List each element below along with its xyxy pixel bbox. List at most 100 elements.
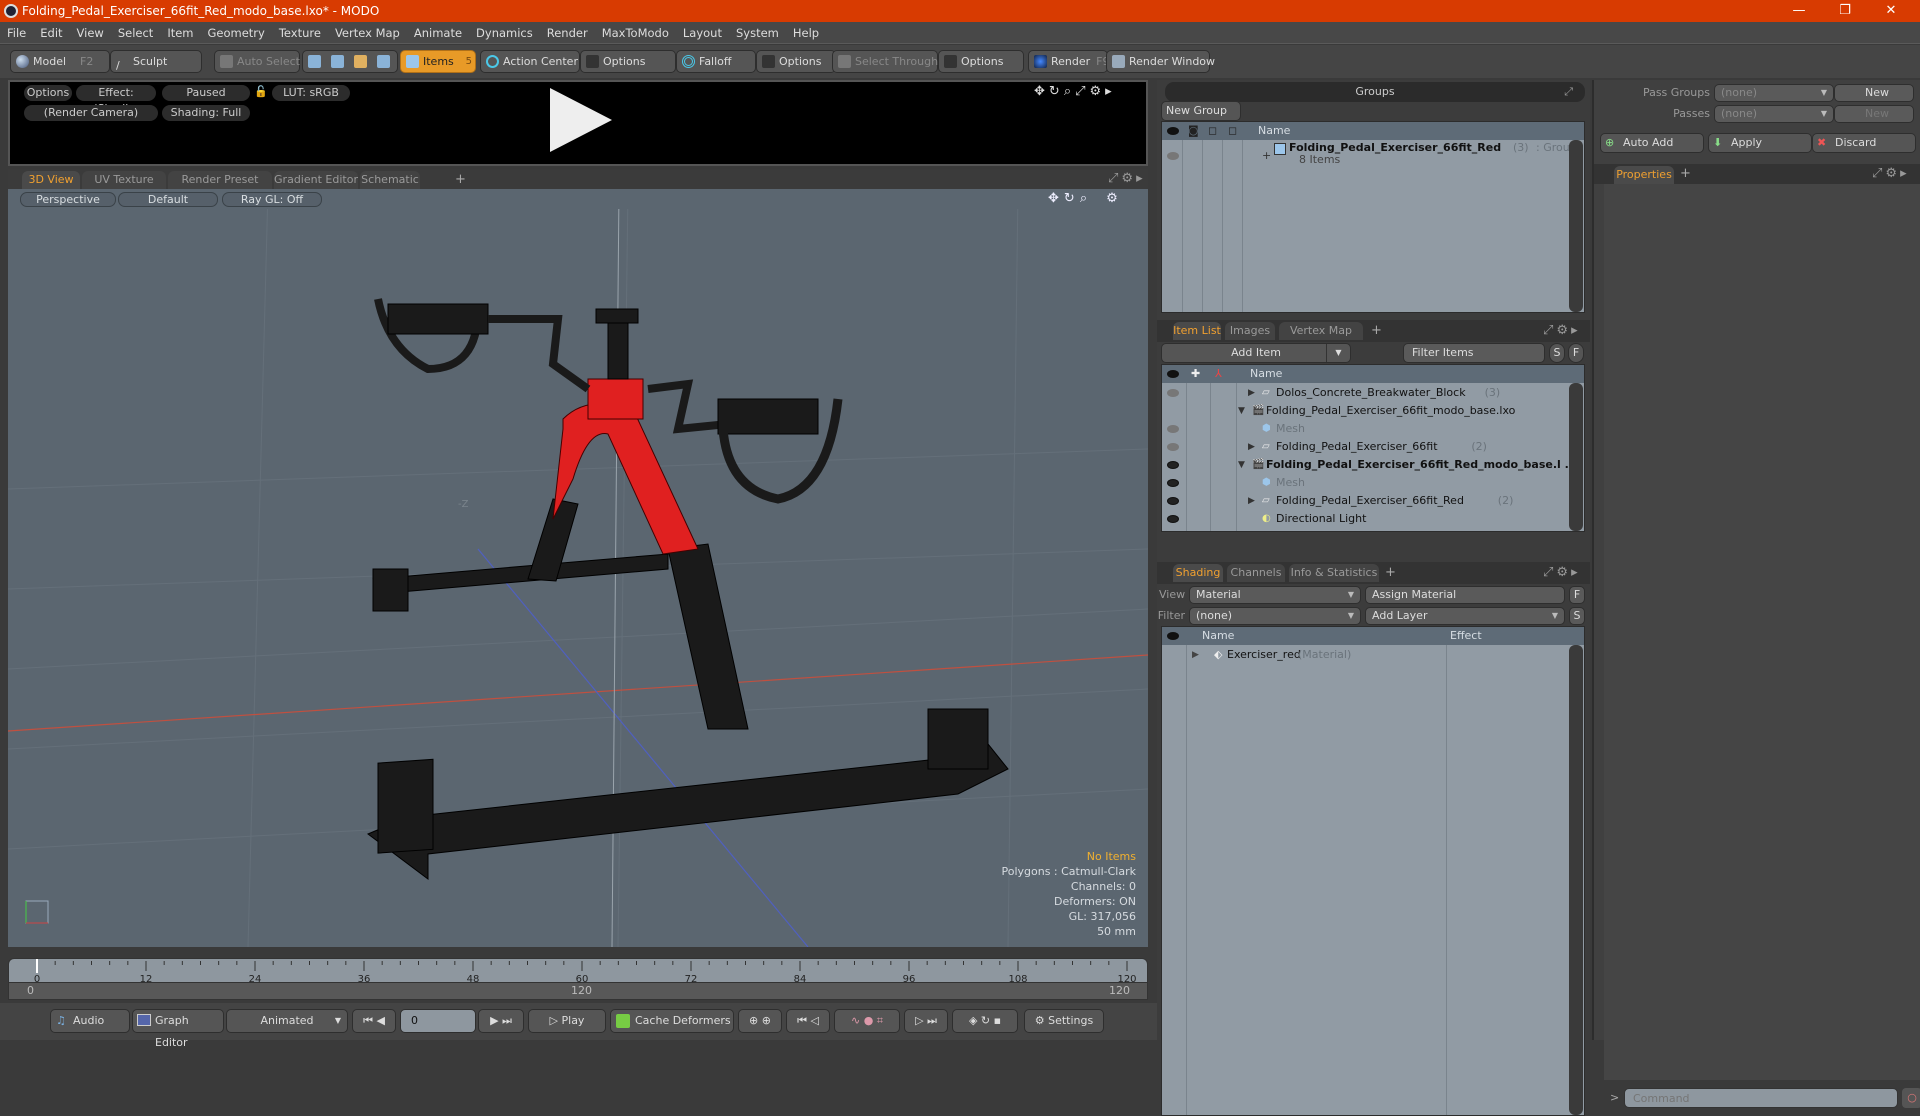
menu-animate[interactable]: Animate: [407, 22, 469, 44]
eye-icon[interactable]: [1167, 389, 1179, 397]
menu-render[interactable]: Render: [540, 22, 595, 44]
discard-button[interactable]: ✖ Discard: [1812, 133, 1916, 153]
item-list-row[interactable]: ▶ ▱ Folding_Pedal_Exerciser_66fit (2): [1162, 438, 1568, 456]
next-key-buttons[interactable]: ▷ ⏭: [904, 1009, 948, 1033]
restore-button[interactable]: ❐: [1822, 0, 1868, 22]
s-button[interactable]: S: [1569, 607, 1585, 625]
select-through-button[interactable]: Select Through: [832, 50, 938, 73]
collapse-arrow-icon[interactable]: ▼: [1238, 456, 1245, 474]
add-layer-dropdown[interactable]: Add Layer ▼: [1365, 607, 1565, 625]
expand-arrow-icon[interactable]: ▸: [1136, 171, 1146, 186]
gear-icon[interactable]: ⚙: [1885, 166, 1900, 181]
add-tab-button[interactable]: +: [1385, 565, 1396, 580]
lock-icon[interactable]: ◻: [1208, 122, 1217, 140]
assign-material-button[interactable]: Assign Material: [1365, 586, 1565, 604]
expand-arrow-icon[interactable]: ▶: [1248, 492, 1255, 510]
menu-view[interactable]: View: [70, 22, 111, 44]
falloff-options-button[interactable]: Options: [756, 50, 836, 73]
filter-items-input[interactable]: Filter Items: [1403, 343, 1545, 363]
add-tab-button[interactable]: +: [455, 172, 466, 187]
raygl-dropdown[interactable]: Ray GL: Off: [222, 192, 322, 207]
filter-f-button[interactable]: F: [1568, 343, 1584, 363]
pass-groups-dropdown[interactable]: (none) ▼: [1714, 84, 1834, 102]
falloff-button[interactable]: Falloff: [676, 50, 756, 73]
chevron-down-icon[interactable]: ▼: [1326, 344, 1350, 362]
shader-tree-scrollbar[interactable]: [1569, 645, 1583, 1115]
new-pass-group-button[interactable]: New: [1834, 84, 1914, 102]
apply-button[interactable]: ⬇ Apply: [1708, 133, 1812, 153]
axis-icon[interactable]: ⅄: [1215, 365, 1222, 383]
cache-deformers-button[interactable]: Cache Deformers: [610, 1009, 734, 1033]
f-button[interactable]: F: [1569, 586, 1585, 604]
collapse-arrow-icon[interactable]: ▼: [1238, 402, 1245, 420]
jump-end-button[interactable]: ▶ ⏭: [478, 1009, 524, 1033]
gear-icon[interactable]: ⚙: [1556, 323, 1571, 338]
move-icon[interactable]: ✥: [1048, 191, 1064, 206]
maximize-icon[interactable]: ⤢: [1564, 82, 1573, 102]
item-list-row[interactable]: ◐ Directional Light: [1162, 510, 1568, 528]
preview-camera-dropdown[interactable]: (Render Camera): [24, 105, 158, 121]
menu-select[interactable]: Select: [111, 22, 160, 44]
gear-icon[interactable]: ⚙: [1556, 565, 1571, 580]
eye-icon[interactable]: [1167, 425, 1179, 433]
action-center-options-button[interactable]: Options: [580, 50, 676, 73]
edge-mode-icon[interactable]: [331, 55, 344, 68]
menu-dynamics[interactable]: Dynamics: [469, 22, 540, 44]
select-through-options-button[interactable]: Options: [938, 50, 1024, 73]
animation-mode-dropdown[interactable]: Animated ▼: [226, 1009, 348, 1033]
item-list-row[interactable]: ▼ 🎬 Folding_Pedal_Exerciser_66fit_modo_bas…: [1162, 402, 1568, 420]
key-tools-buttons[interactable]: ◈ ↻ ▪: [952, 1009, 1018, 1033]
tab-3d-view[interactable]: 3D View: [22, 171, 80, 189]
graph-editor-button[interactable]: Graph Editor: [132, 1009, 224, 1049]
expand-arrow-icon[interactable]: ▶: [1248, 438, 1255, 456]
timeline-range-bar[interactable]: 0 120 120: [8, 982, 1148, 1000]
zoom-icon[interactable]: ⌕: [1064, 84, 1075, 99]
menu-file[interactable]: File: [0, 22, 33, 44]
render-window-button[interactable]: Render Window: [1106, 50, 1215, 73]
eye-icon[interactable]: [1167, 127, 1179, 135]
move-icon[interactable]: ✥: [1034, 84, 1049, 99]
view-dropdown[interactable]: Material ▼: [1189, 586, 1361, 604]
vertex-mode-icon[interactable]: [308, 55, 321, 68]
items-mode-button[interactable]: Items 5: [400, 50, 476, 73]
tab-item-list[interactable]: Item List: [1173, 322, 1221, 340]
record-buttons[interactable]: ∿ ● ⌗: [834, 1009, 900, 1033]
menu-item[interactable]: Item: [160, 22, 200, 44]
maximize-icon[interactable]: ⤢: [1872, 166, 1885, 181]
tab-images[interactable]: Images: [1225, 322, 1275, 340]
gear-icon[interactable]: ⚙: [1090, 84, 1106, 99]
jump-start-button[interactable]: ⏮ ◀: [352, 1009, 396, 1033]
menu-system[interactable]: System: [729, 22, 786, 44]
expand-plus-icon[interactable]: +: [1262, 147, 1271, 165]
material-row[interactable]: ▶ ⬖ Exerciser_red (Material): [1162, 646, 1568, 664]
prev-key-buttons[interactable]: ⏮ ◁: [786, 1009, 830, 1033]
group-row[interactable]: + Folding_Pedal_Exerciser_66fit_Red (3) …: [1162, 141, 1577, 171]
select-icon[interactable]: ◻: [1228, 122, 1237, 140]
item-list-row[interactable]: ⬢ Mesh: [1162, 474, 1568, 492]
tab-uv-texture-view[interactable]: UV Texture View: [82, 171, 166, 204]
menu-texture[interactable]: Texture: [272, 22, 328, 44]
tab-channels[interactable]: Channels: [1227, 564, 1285, 582]
expand-arrow-icon[interactable]: ▸: [1900, 166, 1910, 181]
eye-icon[interactable]: [1167, 497, 1179, 505]
expand-arrow-icon[interactable]: ▶: [1192, 646, 1199, 664]
add-tab-button[interactable]: +: [1371, 323, 1382, 338]
3d-viewport[interactable]: -Z Perspective Default Ray GL: Off ✥↻⌕ ⚙ …: [8, 189, 1148, 947]
gear-icon[interactable]: ⚙: [1106, 191, 1123, 206]
lock-icon[interactable]: ✚: [1191, 365, 1200, 383]
add-item-button[interactable]: Add Item ▼: [1161, 343, 1351, 363]
preview-paused-toggle[interactable]: Paused: [162, 85, 250, 101]
style-dropdown[interactable]: Default: [118, 192, 218, 207]
eye-icon[interactable]: [1167, 479, 1179, 487]
eye-icon[interactable]: [1167, 461, 1179, 469]
eye-icon[interactable]: [1167, 370, 1179, 378]
play-icon[interactable]: [550, 88, 612, 152]
zoom-icon[interactable]: ⌕: [1080, 191, 1092, 206]
material-mode-icon[interactable]: [377, 55, 390, 68]
play-button[interactable]: ▷ Play: [528, 1009, 606, 1033]
menu-help[interactable]: Help: [786, 22, 826, 44]
action-center-button[interactable]: Action Center: [480, 50, 580, 73]
tab-render-preset-browser[interactable]: Render Preset Browser: [168, 171, 272, 204]
maximize-icon[interactable]: ⤢: [1543, 565, 1556, 580]
render-button[interactable]: Render F9: [1028, 50, 1110, 73]
